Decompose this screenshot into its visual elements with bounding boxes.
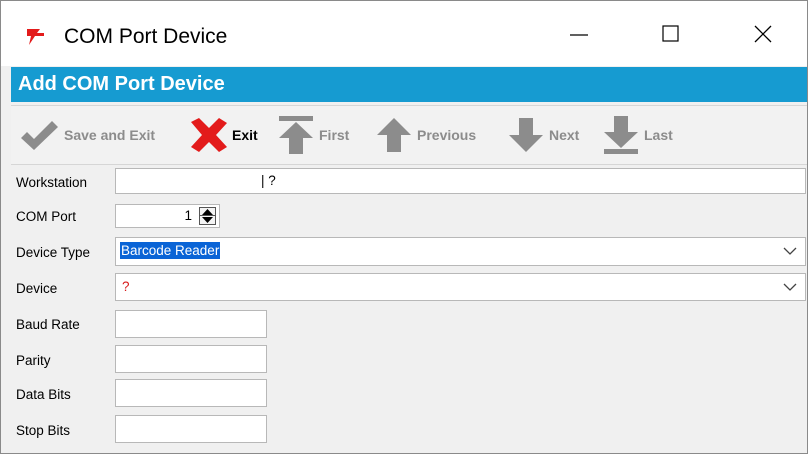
device-type-label: Device Type — [16, 245, 91, 260]
title-bar[interactable]: COM Port Device — [1, 1, 807, 66]
save-and-exit-label: Save and Exit — [64, 127, 156, 143]
workstation-value: | ? — [261, 173, 276, 188]
window-title: COM Port Device — [64, 25, 228, 48]
device-dropdown[interactable]: ? — [115, 273, 806, 301]
com-port-stepper[interactable]: 1 — [115, 204, 220, 228]
workstation-label: Workstation — [16, 175, 88, 190]
workstation-field[interactable]: | ? — [115, 168, 806, 194]
device-form: Workstation | ? COM Port 1 Device Type B… — [11, 165, 807, 451]
checkmark-icon — [21, 121, 58, 150]
next-button[interactable]: Next — [508, 116, 579, 154]
form-header-title: Add COM Port Device — [18, 73, 225, 95]
device-value: ? — [122, 279, 130, 294]
minimize-icon — [570, 33, 588, 36]
first-record-icon — [279, 116, 313, 154]
data-bits-label: Data Bits — [16, 387, 71, 402]
spin-buttons[interactable] — [199, 207, 216, 225]
maximize-button[interactable] — [625, 1, 717, 66]
com-port-value: 1 — [184, 208, 192, 223]
device-label: Device — [16, 281, 58, 296]
exit-label: Exit — [232, 127, 258, 143]
previous-button[interactable]: Previous — [376, 116, 476, 154]
exit-button[interactable]: Exit — [191, 116, 258, 154]
save-and-exit-button[interactable]: Save and Exit — [19, 116, 155, 154]
maximize-icon — [662, 24, 679, 42]
device-type-dropdown[interactable]: Barcode Reader — [115, 237, 806, 266]
stop-bits-label: Stop Bits — [16, 423, 71, 438]
last-label: Last — [644, 127, 673, 143]
spin-down-icon — [202, 217, 213, 223]
first-button[interactable]: First — [278, 116, 349, 154]
stop-bits-field[interactable] — [115, 415, 267, 443]
form-header-banner: Add COM Port Device — [11, 67, 807, 102]
com-port-device-window: COM Port Device Add COM Port Device Save… — [0, 0, 808, 454]
down-arrow-icon — [509, 118, 543, 152]
chevron-down-icon — [783, 283, 797, 291]
first-label: First — [319, 127, 350, 143]
next-label: Next — [549, 127, 580, 143]
baud-rate-label: Baud Rate — [16, 317, 80, 332]
parity-label: Parity — [16, 353, 51, 368]
red-x-icon — [191, 118, 227, 152]
baud-rate-field[interactable] — [115, 310, 267, 338]
data-bits-field[interactable] — [115, 379, 267, 407]
close-button[interactable] — [717, 1, 808, 66]
chevron-down-icon — [783, 247, 797, 255]
minimize-button[interactable] — [533, 1, 625, 66]
last-button[interactable]: Last — [603, 116, 673, 154]
com-port-label: COM Port — [16, 209, 77, 224]
last-record-icon — [604, 116, 638, 154]
parity-field[interactable] — [115, 345, 267, 373]
up-arrow-icon — [377, 118, 411, 152]
device-type-value: Barcode Reader — [120, 242, 221, 259]
close-icon — [754, 25, 772, 42]
red-app-icon — [27, 29, 44, 45]
previous-label: Previous — [417, 127, 477, 143]
record-toolbar: Save and Exit Exit First Previous Next L… — [11, 105, 807, 165]
